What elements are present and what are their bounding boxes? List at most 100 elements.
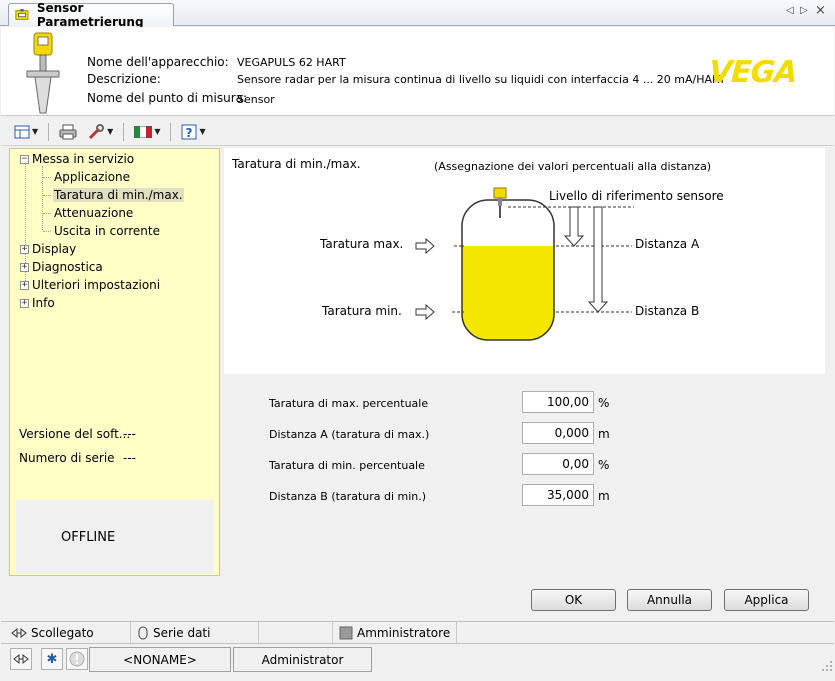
tree-item-label: Taratura di min./max. <box>53 188 184 202</box>
print-button[interactable] <box>56 122 80 142</box>
tab-scroll-left-icon[interactable]: ◁ <box>786 5 794 16</box>
sensor-image <box>26 32 60 114</box>
warning-icon <box>69 651 85 667</box>
expand-icon[interactable]: + <box>20 244 29 254</box>
tab-sensor-parametrierung[interactable]: Sensor Parametrierung <box>8 1 174 29</box>
warning-button[interactable] <box>66 648 88 670</box>
tree-item-taratura[interactable]: Taratura di min./max. <box>53 188 184 202</box>
max-percent-unit: % <box>598 396 610 410</box>
distance-a-field-label: Distanza A (taratura di max.) <box>269 428 430 441</box>
tab-title: Sensor Parametrierung <box>36 1 144 29</box>
svg-text:?: ? <box>186 126 193 140</box>
tree-item-label: Info <box>32 296 55 310</box>
role-status-text: Amministratore <box>357 625 451 640</box>
tree-item-label: Uscita in corrente <box>54 224 161 238</box>
tab-close-icon[interactable]: × <box>815 3 826 18</box>
distance-a-input[interactable]: 0,000 <box>522 422 594 444</box>
distance-b-unit: m <box>598 489 610 503</box>
status-empty-cell <box>261 622 333 643</box>
min-percent-input[interactable]: 0,00 <box>522 453 594 475</box>
tree-item-uscita-in-corrente[interactable]: Uscita in corrente <box>54 224 160 238</box>
tree-connector <box>43 195 51 196</box>
distance-b-label: Distanza B <box>635 304 700 318</box>
resize-grip-icon[interactable] <box>821 660 833 672</box>
min-calibration-label: Taratura min. <box>322 304 402 318</box>
tree-item-diagnostica[interactable]: + Diagnostica <box>20 260 103 274</box>
cancel-button[interactable]: Annulla <box>627 589 712 611</box>
language-menu-button[interactable]: ▼ <box>131 122 163 142</box>
expand-icon[interactable]: + <box>20 280 29 290</box>
vega-logo: VEGA <box>707 55 798 90</box>
print-icon <box>59 124 77 139</box>
max-input-arrow-icon <box>415 237 435 255</box>
serial-number-value: --- <box>123 451 136 465</box>
expand-icon[interactable]: + <box>20 298 29 308</box>
distance-a-unit: m <box>598 427 610 441</box>
device-tab-icon <box>15 8 29 20</box>
connect-icon <box>13 653 29 665</box>
tab-scroll-right-icon[interactable]: ▷ <box>800 5 808 16</box>
help-icon: ? <box>181 124 197 140</box>
distance-b-arrow-icon <box>587 206 609 313</box>
ok-button[interactable]: OK <box>531 589 616 611</box>
user-field: Administrator <box>233 647 372 672</box>
tree-connector <box>43 213 51 214</box>
help-menu-button[interactable]: ? ▼ <box>178 122 208 142</box>
software-version-label: Versione del soft... <box>19 427 131 441</box>
user-role-icon <box>339 626 353 639</box>
tree-connector <box>42 166 43 230</box>
asterisk-button[interactable]: ✱ <box>41 648 63 670</box>
max-percent-label: Taratura di max. percentuale <box>269 397 429 410</box>
software-version-value: --- <box>123 427 136 441</box>
tank-diagram <box>415 187 634 341</box>
device-name-value: VEGAPULS 62 HART <box>237 56 346 69</box>
tools-icon <box>89 123 105 139</box>
distance-b-input[interactable]: 35,000 <box>522 484 594 506</box>
connection-status: Scollegato <box>7 622 131 643</box>
chevron-down-icon: ▼ <box>199 127 206 136</box>
device-header: Nome dell'apparecchio: VEGAPULS 62 HART … <box>1 27 834 116</box>
role-status: Amministratore <box>335 622 457 643</box>
chevron-down-icon: ▼ <box>32 127 39 136</box>
distance-a-arrow-icon <box>563 206 585 247</box>
measure-point-value: Sensor <box>237 93 275 106</box>
tree-item-applicazione[interactable]: Applicazione <box>54 170 130 184</box>
connection-status-panel: OFFLINE <box>16 500 214 574</box>
tree-item-label: Applicazione <box>54 170 131 184</box>
user-text: Administrator <box>261 652 344 667</box>
tree-item-label: Attenuazione <box>54 206 134 220</box>
disconnected-icon <box>11 627 27 638</box>
tools-menu-button[interactable]: ▼ <box>84 122 116 142</box>
dataset-status: Serie dati <box>133 622 259 643</box>
dataset-icon <box>138 626 148 639</box>
view-icon <box>14 125 30 138</box>
device-tag-field: <NONAME> <box>89 647 231 672</box>
max-percent-input[interactable]: 100,00 <box>522 391 594 413</box>
bottom-status-bar: ✱ <NONAME> Administrator <box>1 643 834 673</box>
asterisk-icon: ✱ <box>46 651 58 667</box>
main-panel: Taratura di min./max. (Assegnazione dei … <box>224 148 826 576</box>
apply-button[interactable]: Applica <box>724 589 809 611</box>
tree-item-label: Ulteriori impostazioni <box>32 278 161 292</box>
connection-status-text: Scollegato <box>31 625 94 640</box>
view-menu-button[interactable]: ▼ <box>11 122 41 142</box>
min-input-arrow-icon <box>415 303 435 321</box>
collapse-icon[interactable]: − <box>20 154 29 164</box>
connection-toggle-button[interactable] <box>10 648 32 670</box>
tank-liquid <box>462 246 554 340</box>
device-tag-text: <NONAME> <box>123 652 197 667</box>
tree-item-display[interactable]: + Display <box>20 242 76 256</box>
max-calibration-label: Taratura max. <box>320 237 404 251</box>
tree-item-info[interactable]: + Info <box>20 296 55 310</box>
tree-item-messa-in-servizio[interactable]: − Messa in servizio <box>20 152 134 166</box>
toolbar-separator <box>170 122 172 141</box>
description-label: Descrizione: <box>87 72 161 86</box>
tree-item-ulteriori-impostazioni[interactable]: + Ulteriori impostazioni <box>20 278 160 292</box>
offline-status-text: OFFLINE <box>61 529 116 545</box>
distance-b-field-label: Distanza B (taratura di min.) <box>269 490 427 503</box>
dataset-status-text: Serie dati <box>153 625 211 640</box>
description-value: Sensore radar per la misura continua di … <box>237 73 726 86</box>
expand-icon[interactable]: + <box>20 262 29 272</box>
tree-item-attenuazione[interactable]: Attenuazione <box>54 206 133 220</box>
tree-item-label: Diagnostica <box>32 260 103 274</box>
